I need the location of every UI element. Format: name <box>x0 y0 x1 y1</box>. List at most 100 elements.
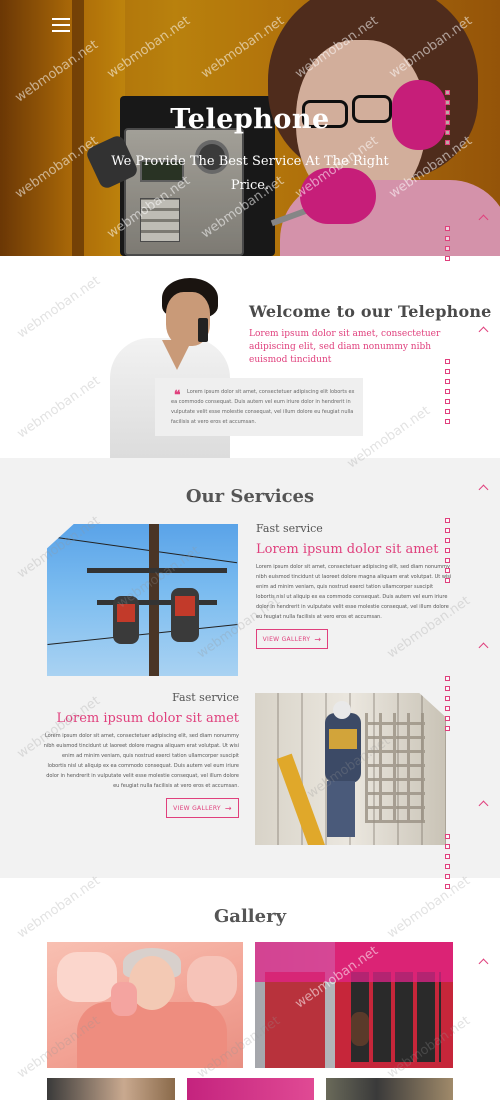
dot <box>445 706 450 711</box>
side-dots-decoration <box>445 834 451 894</box>
chevron-up-icon[interactable] <box>478 214 490 222</box>
pink-overlay <box>255 942 453 982</box>
lineman-harness <box>175 596 195 616</box>
dot <box>445 359 450 364</box>
gallery-image-woman-pink-phone[interactable] <box>47 942 243 1068</box>
dot <box>445 884 450 889</box>
service-1-body: Lorem ipsum dolor sit amet, consectetuer… <box>256 564 452 620</box>
chevron-up-icon[interactable] <box>478 326 490 334</box>
service-1-heading: Lorem ipsum dolor sit amet <box>256 542 439 557</box>
side-dots-decoration <box>445 676 451 736</box>
dot <box>445 246 450 251</box>
service-2-body: Lorem ipsum dolor sit amet, consectetuer… <box>43 733 239 789</box>
dot <box>445 226 450 231</box>
dot <box>445 100 450 105</box>
menu-line <box>52 24 70 26</box>
dot <box>445 120 450 125</box>
dot <box>445 256 450 261</box>
welcome-quote-text: Lorem ipsum dolor sit amet, consectetuer… <box>171 389 355 425</box>
services-title: Our Services <box>185 486 315 507</box>
service-image-technician-on-ladder <box>255 693 446 845</box>
power-wire <box>47 535 238 564</box>
dot <box>445 409 450 414</box>
view-gallery-label: VIEW GALLERY <box>262 635 311 643</box>
hero-banner: Telephone We Provide The Best Service At… <box>0 0 500 256</box>
service-2-kicker: Fast service <box>172 691 239 704</box>
side-dots-decoration <box>445 518 451 588</box>
dot <box>445 538 450 543</box>
service-image-power-line-workers <box>47 524 238 676</box>
dot <box>445 716 450 721</box>
arrow-right-icon: → <box>314 634 322 644</box>
side-dots-decoration <box>445 226 451 266</box>
pink-phone <box>111 982 137 1016</box>
dot <box>445 696 450 701</box>
dot <box>445 676 450 681</box>
dot <box>445 518 450 523</box>
dot <box>445 399 450 404</box>
welcome-lead-text: Lorem ipsum dolor sit amet, consectetuer… <box>249 329 441 365</box>
technician-tool-belt <box>329 729 357 749</box>
hero-title: Telephone <box>170 104 330 135</box>
dot <box>445 548 450 553</box>
dot <box>445 726 450 731</box>
dot <box>445 844 450 849</box>
side-dots-decoration <box>445 90 451 150</box>
view-gallery-button[interactable]: VIEW GALLERY → <box>256 629 328 649</box>
service-1-kicker: Fast service <box>256 522 323 535</box>
man-phone <box>198 318 208 342</box>
power-wire <box>47 624 238 645</box>
dot <box>445 686 450 691</box>
menu-line <box>52 18 70 20</box>
dot <box>445 389 450 394</box>
arrow-right-icon: → <box>224 803 232 813</box>
dot <box>445 130 450 135</box>
lineman-harness <box>117 604 135 622</box>
gallery-section: Gallery <box>0 878 500 1100</box>
pillow <box>57 952 117 1002</box>
dot <box>445 874 450 879</box>
view-gallery-button[interactable]: VIEW GALLERY → <box>166 798 239 818</box>
gallery-image-thumb[interactable] <box>187 1078 314 1100</box>
service-2-heading: Lorem ipsum dolor sit amet <box>56 711 239 726</box>
woman-in-booth <box>351 1012 369 1046</box>
dot <box>445 528 450 533</box>
view-gallery-label: VIEW GALLERY <box>173 804 221 812</box>
pole-crossbar <box>87 568 227 573</box>
chevron-up-icon[interactable] <box>478 642 490 650</box>
pillow <box>187 956 237 1006</box>
hero-subtitle: We Provide The Best Service At The Right… <box>111 154 389 193</box>
dot <box>445 236 450 241</box>
dot <box>445 379 450 384</box>
technician-legs <box>327 781 355 837</box>
woman-dress <box>77 1002 227 1068</box>
quote-icon: ❝ <box>174 388 181 402</box>
gallery-image-thumb[interactable] <box>326 1078 453 1100</box>
dot <box>445 558 450 563</box>
building-window-bars <box>365 713 425 823</box>
dot <box>445 834 450 839</box>
gallery-image-red-phone-booths[interactable] <box>255 942 453 1068</box>
dot <box>445 568 450 573</box>
dot <box>445 419 450 424</box>
gallery-title: Gallery <box>213 906 287 927</box>
welcome-quote-box: ❝ Lorem ipsum dolor sit amet, consectetu… <box>155 378 363 436</box>
dot <box>445 110 450 115</box>
dot <box>445 140 450 145</box>
technician-helmet <box>333 701 351 719</box>
dot <box>445 90 450 95</box>
hamburger-menu-icon[interactable] <box>52 18 70 32</box>
side-dots-decoration <box>445 359 451 429</box>
chevron-up-icon[interactable] <box>478 958 490 966</box>
menu-line <box>52 30 70 32</box>
dot <box>445 369 450 374</box>
chevron-up-icon[interactable] <box>478 800 490 808</box>
welcome-section: Welcome to our Telephone Lorem ipsum dol… <box>0 256 500 458</box>
dot <box>445 578 450 583</box>
chevron-up-icon[interactable] <box>478 484 490 492</box>
dot <box>445 854 450 859</box>
dot <box>445 864 450 869</box>
services-section: Our Services Fast service Lorem ipsum do… <box>0 458 500 878</box>
gallery-image-thumb[interactable] <box>47 1078 175 1100</box>
welcome-title: Welcome to our Telephone <box>249 302 492 321</box>
